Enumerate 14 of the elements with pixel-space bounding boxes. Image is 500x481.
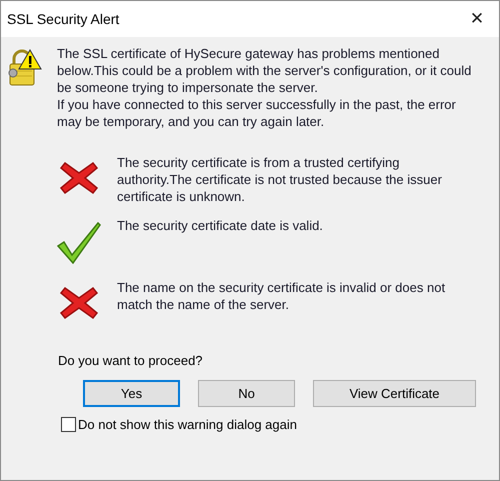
dialog-button[interactable]: Yes: [83, 380, 180, 407]
checkbox[interactable]: [61, 417, 76, 432]
check-result-text: The security certificate is from a trusted certifying authority.The certificate is not trusted because the issuer certificate is unknown.: [117, 154, 443, 205]
dialog-button[interactable]: No: [198, 380, 295, 407]
check-result-text: The security certificate date is valid.: [117, 217, 324, 234]
lock-warning-icon: [8, 49, 42, 87]
dialog-button[interactable]: View Certificate: [313, 380, 476, 407]
question-text: Do you want to proceed?: [58, 353, 204, 368]
check-result-text: The name on the security certificate is invalid or does not match the name of the server.: [117, 279, 446, 313]
alert-message: The SSL certificate of HySecure gateway has problems mentioned below.This could be a problem with the server's configuration, or it could be someone trying to impersonate the server.: [57, 45, 472, 96]
window-title: SSL Security Alert: [7, 11, 120, 27]
close-button[interactable]: ✕: [455, 1, 499, 37]
checkbox-label: Do not show this warning dialog again: [78, 417, 297, 432]
alert-message: If you have connected to this server successfully in the past, the error may be temporary, and you can try again later.: [57, 96, 457, 130]
